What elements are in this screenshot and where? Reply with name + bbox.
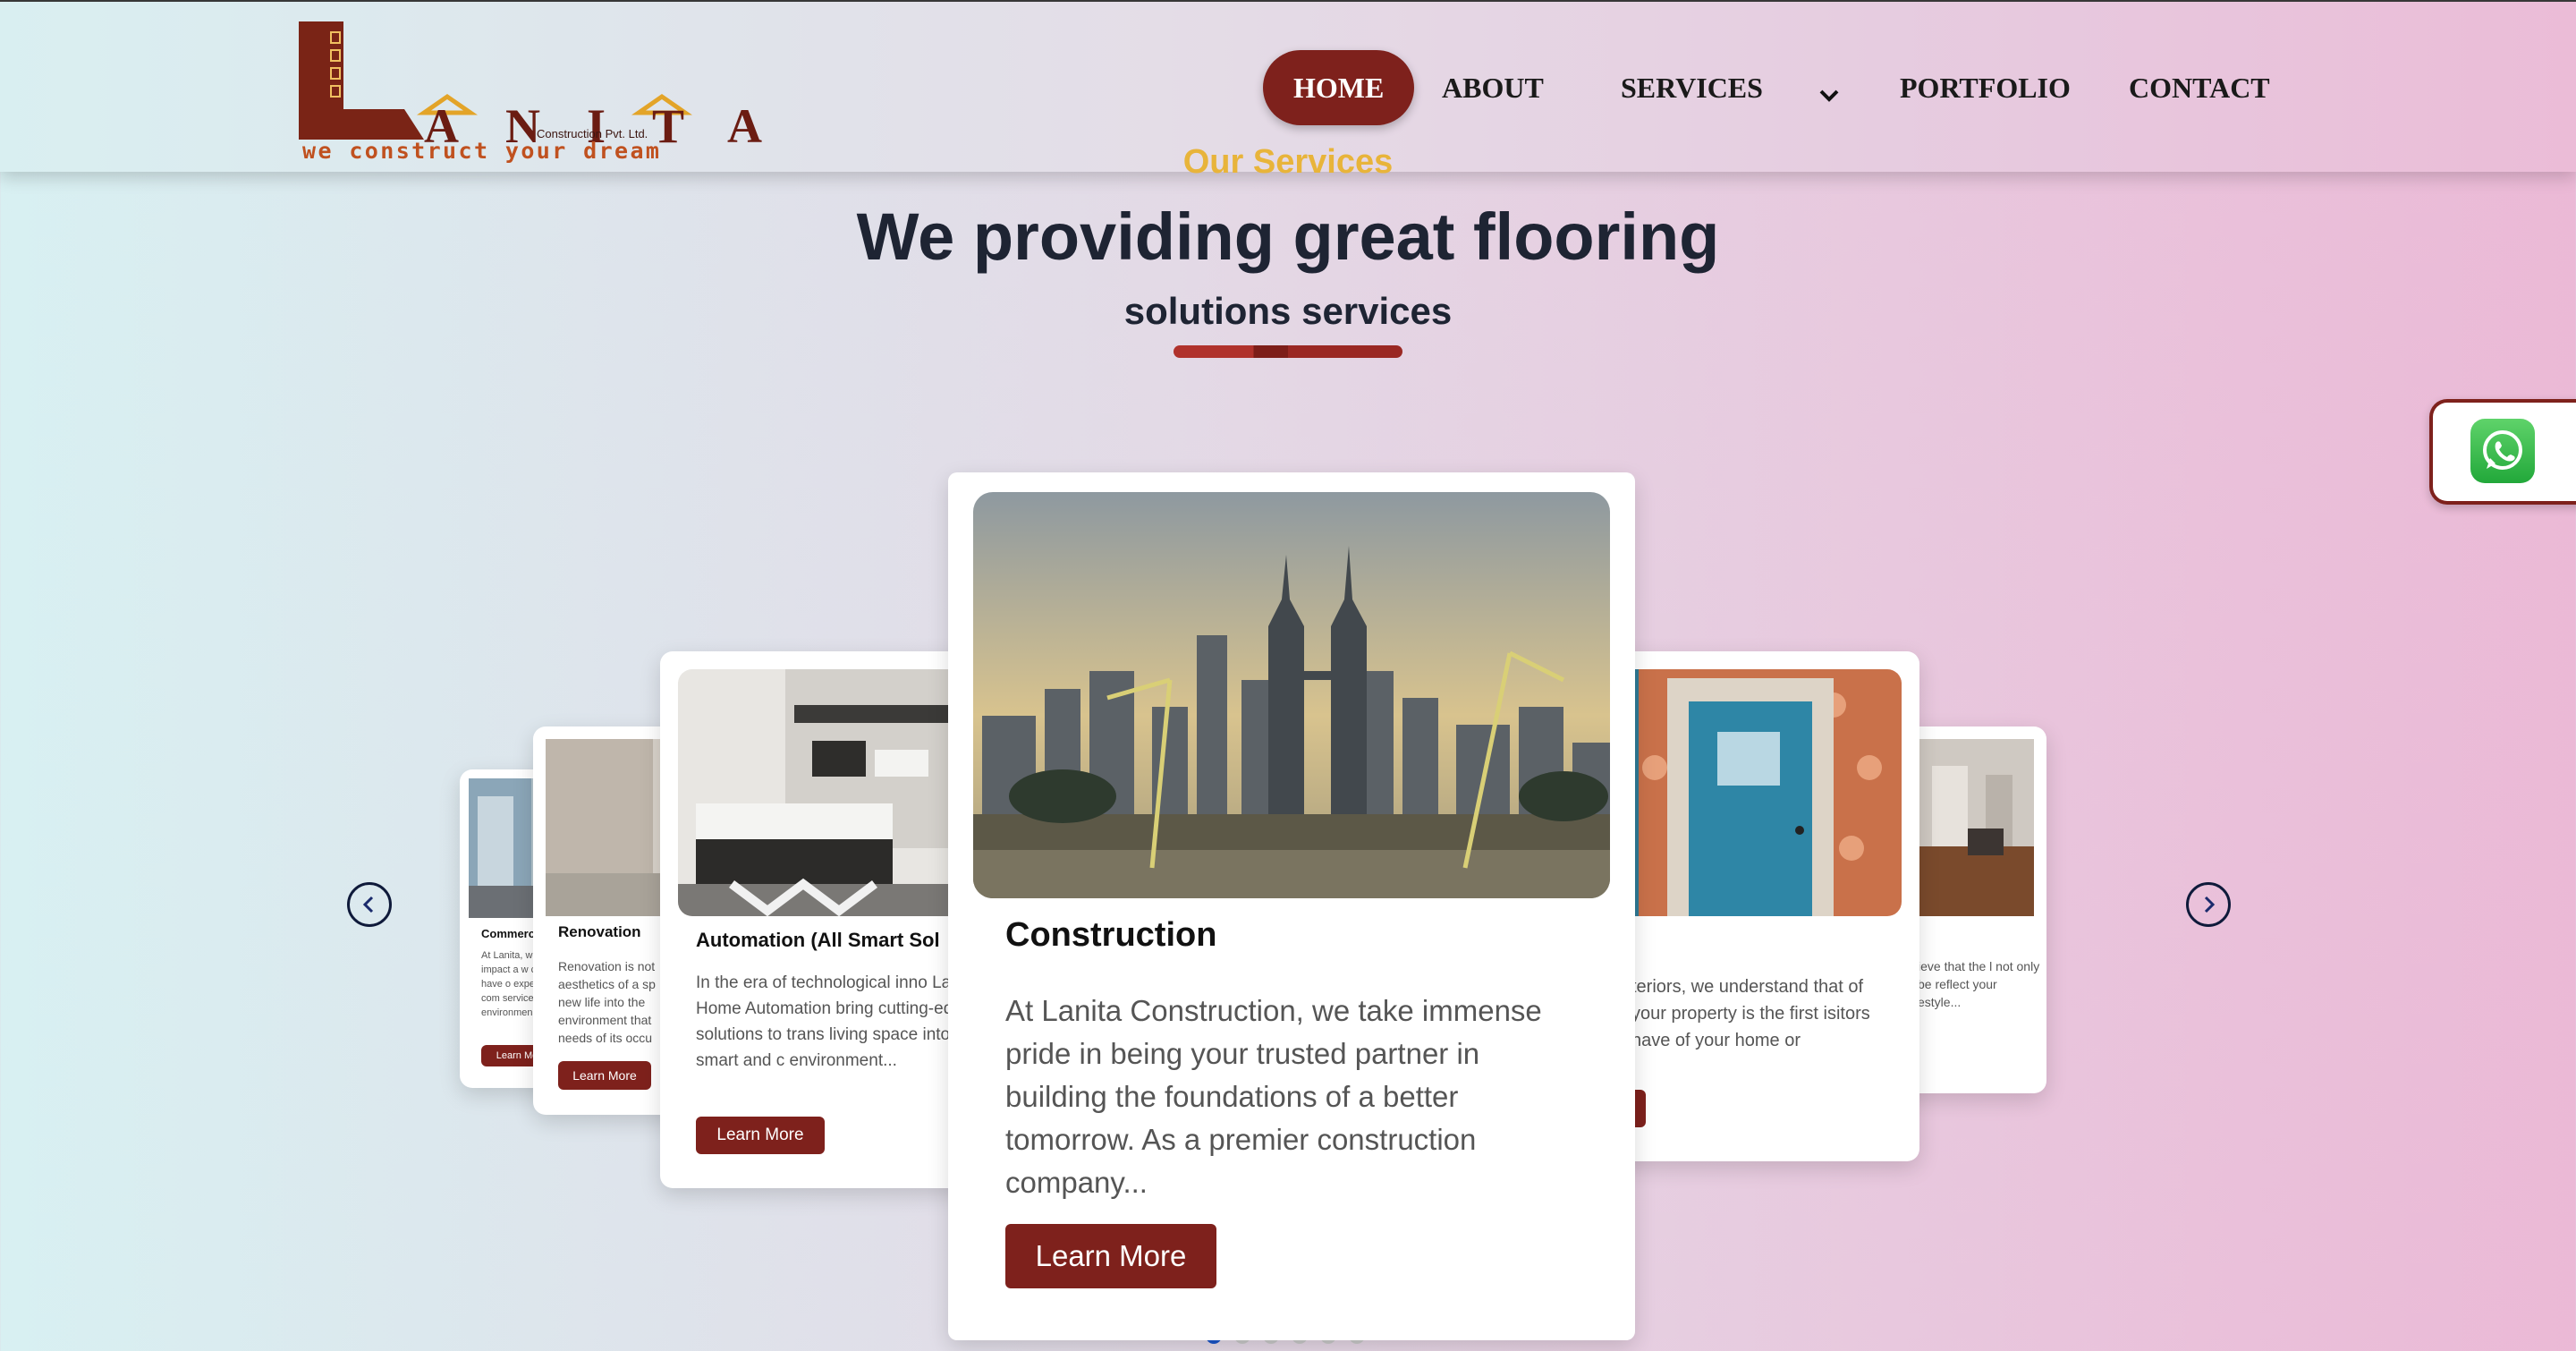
card-title: Automation (All Smart Sol xyxy=(696,929,940,951)
card-description: At Lanita Construction, we take immense … xyxy=(1005,994,1542,1199)
nav-about[interactable]: ABOUT xyxy=(1442,50,1544,125)
main-nav: HOME ABOUT SERVICES PORTFOLIO CONTACT xyxy=(0,50,2576,125)
learn-more-button[interactable]: Learn More xyxy=(1005,1224,1216,1288)
chevron-right-icon xyxy=(2204,896,2216,913)
section-subhead: solutions services xyxy=(1123,290,1453,332)
learn-more-button[interactable]: Learn More xyxy=(558,1061,651,1090)
card-description: teriors, we understand that of your prop… xyxy=(1631,977,1870,1050)
card-title: Commerc xyxy=(481,927,535,940)
eyebrow-text: Our Services xyxy=(1182,143,1394,181)
nav-contact[interactable]: CONTACT xyxy=(2129,50,2270,125)
nav-home[interactable]: HOME xyxy=(1263,50,1415,125)
heading-underline xyxy=(1174,345,1402,358)
section-eyebrow: Our Services xyxy=(0,143,2576,182)
card-image xyxy=(973,492,1610,898)
card-title: Construction xyxy=(1005,916,1217,954)
card-description: ieve that the l not only be reflect your… xyxy=(1918,959,2040,1009)
carousel-prev-button[interactable] xyxy=(347,882,392,927)
card-title: Renovation xyxy=(558,923,641,940)
whatsapp-icon xyxy=(2470,419,2535,483)
whatsapp-button[interactable] xyxy=(2429,399,2576,505)
chevron-left-icon xyxy=(362,896,374,913)
nav-services[interactable]: SERVICES xyxy=(1621,50,1763,125)
card-description: In the era of technological inno Lanita … xyxy=(696,973,979,1070)
carousel-next-button[interactable] xyxy=(2186,882,2231,927)
learn-more-button[interactable]: Learn More xyxy=(696,1117,825,1154)
service-card-construction[interactable]: Construction At Lanita Construction, we … xyxy=(948,472,1635,1340)
chevron-down-icon[interactable] xyxy=(1816,82,1843,109)
nav-portfolio[interactable]: PORTFOLIO xyxy=(1900,50,2071,125)
section-headline: We providing great flooring xyxy=(856,200,1720,274)
card-image xyxy=(1914,739,2034,916)
card-description: Renovation is not aesthetics of a sp new… xyxy=(558,959,656,1045)
